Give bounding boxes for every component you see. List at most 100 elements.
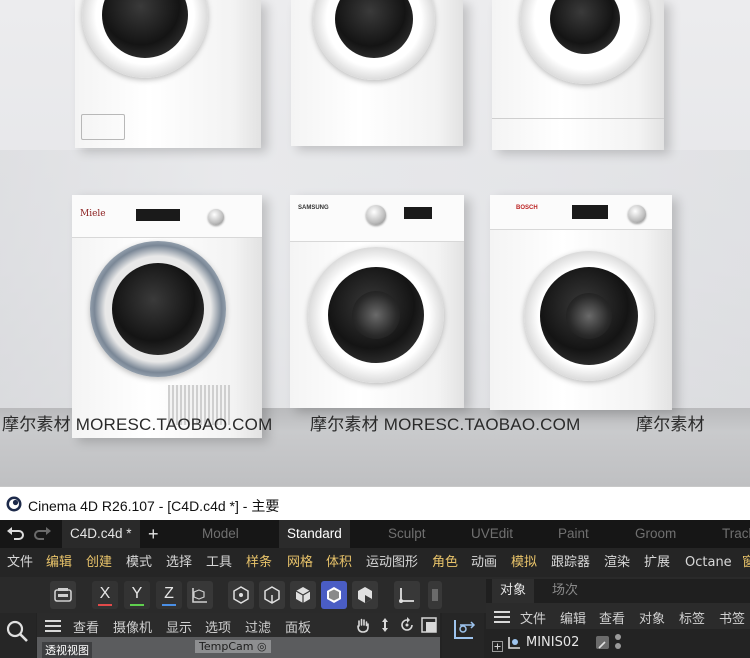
program-knob — [366, 205, 386, 225]
washer-drum — [352, 291, 400, 339]
object-manager-menu: 文件 编辑 查看 对象 标签 书签 — [486, 603, 750, 629]
om-menu-object[interactable]: 对象 — [639, 608, 665, 627]
menu-animate[interactable]: 动画 — [471, 548, 497, 577]
viewport-area[interactable]: 透视视图 TempCam ◎ — [37, 637, 440, 658]
washer-door — [308, 247, 444, 383]
washer-miele: Miele — [72, 195, 262, 438]
menu-mesh[interactable]: 网格 — [287, 548, 313, 577]
washer-glass — [328, 267, 424, 363]
render-preview: Miele SAMSUNG BOSCH 摩尔素材 MORESC.TAOBAO.C… — [0, 0, 750, 486]
viewport-menu-camera[interactable]: 摄像机 — [113, 617, 152, 636]
tab-sculpt[interactable]: Sculpt — [388, 520, 426, 548]
viewport-menu-panel[interactable]: 面板 — [285, 617, 311, 636]
object-row[interactable]: MINIS02 — [486, 631, 750, 655]
display — [136, 209, 180, 221]
viewport-menu-options[interactable]: 选项 — [205, 617, 231, 636]
washer-door — [82, 0, 208, 78]
display — [572, 205, 608, 219]
menu-mode[interactable]: 模式 — [126, 548, 152, 577]
tab-groom[interactable]: Groom — [635, 520, 676, 548]
menu-select[interactable]: 选择 — [166, 548, 192, 577]
panel-line — [492, 118, 664, 119]
toggle-view-icon[interactable] — [421, 617, 437, 637]
viewport-menu-filter[interactable]: 过滤 — [245, 617, 271, 636]
zoom-search-icon[interactable] — [5, 619, 29, 647]
menu-character[interactable]: 角色 — [432, 548, 458, 577]
menu-extensions[interactable]: 扩展 — [644, 548, 670, 577]
tab-track[interactable]: Track — [722, 520, 750, 548]
program-knob — [628, 205, 646, 223]
add-tab-button[interactable]: + — [148, 520, 159, 548]
object-manager-tabs: 对象 场次 — [486, 579, 750, 603]
main-menu-bar: 文件 编辑 创建 模式 选择 工具 样条 网格 体积 运动图形 角色 动画 模拟… — [0, 548, 750, 577]
tab-objects[interactable]: 对象 — [492, 579, 534, 603]
om-menu-file[interactable]: 文件 — [520, 608, 546, 627]
z-label: Z — [164, 585, 174, 602]
viewport-menu-view[interactable]: 查看 — [73, 617, 99, 636]
tab-paint[interactable]: Paint — [558, 520, 589, 548]
menu-window[interactable]: 窗 — [742, 548, 750, 577]
middle-tool-palette — [442, 613, 484, 658]
tab-takes[interactable]: 场次 — [552, 579, 578, 603]
x-axis-lock-button[interactable]: X — [92, 581, 118, 609]
watermark: 摩尔素材 MORESC.TAOBAO.COM — [2, 415, 273, 434]
window-titlebar[interactable]: Cinema 4D R26.107 - [C4D.c4d *] - 主要 — [0, 486, 750, 521]
menu-octane[interactable]: Octane — [685, 548, 732, 577]
expand-icon[interactable] — [492, 637, 503, 656]
menu-edit[interactable]: 编辑 — [46, 548, 72, 577]
snap-icon[interactable] — [394, 581, 420, 609]
hamburger-menu-icon[interactable] — [494, 609, 510, 628]
polygons-mode-icon[interactable] — [290, 581, 316, 609]
editor-visibility-dot[interactable] — [615, 634, 621, 640]
viewport-label: 透视视图 — [42, 642, 92, 658]
tab-uvedit[interactable]: UVEdit — [471, 520, 513, 548]
menu-create[interactable]: 创建 — [86, 548, 112, 577]
brand-label: BOSCH — [516, 205, 538, 211]
menu-tracker[interactable]: 跟踪器 — [551, 548, 590, 577]
menu-simulate[interactable]: 模拟 — [511, 548, 537, 577]
menu-file[interactable]: 文件 — [7, 548, 33, 577]
camera-label: TempCam ◎ — [195, 640, 271, 653]
menu-spline[interactable]: 样条 — [246, 548, 272, 577]
model-mode-icon[interactable] — [321, 581, 347, 609]
render-settings-icon[interactable] — [50, 581, 76, 609]
tab-standard[interactable]: Standard — [279, 520, 350, 550]
tab-model[interactable]: Model — [202, 520, 239, 548]
menu-mograph[interactable]: 运动图形 — [366, 548, 418, 577]
pan-hand-icon[interactable] — [355, 617, 371, 637]
program-knob — [208, 209, 224, 225]
menu-volume[interactable]: 体积 — [326, 548, 352, 577]
coordinate-system-icon[interactable] — [187, 581, 213, 609]
rotate-tool-icon[interactable] — [451, 616, 477, 646]
object-manager: 对象 场次 文件 编辑 查看 对象 标签 书签 MINIS02 — [486, 579, 750, 658]
move-camera-icon[interactable] — [377, 617, 393, 637]
om-menu-view[interactable]: 查看 — [599, 608, 625, 627]
window-title: Cinema 4D R26.107 - [C4D.c4d *] - 主要 — [28, 498, 280, 514]
viewport-menu-display[interactable]: 显示 — [166, 617, 192, 636]
rotate-camera-icon[interactable] — [399, 617, 415, 637]
om-menu-bookmarks[interactable]: 书签 — [719, 608, 745, 627]
render-visibility-dot[interactable] — [615, 643, 621, 649]
menu-render[interactable]: 渲染 — [604, 548, 630, 577]
z-axis-lock-button[interactable]: Z — [156, 581, 182, 609]
edit-visibility-icon[interactable] — [596, 636, 609, 649]
tab-document[interactable]: C4D.c4d * — [62, 520, 140, 548]
y-axis-lock-button[interactable]: Y — [124, 581, 150, 609]
y-label: Y — [131, 585, 143, 602]
more-tools-icon[interactable] — [428, 581, 442, 609]
undo-icon[interactable] — [6, 526, 26, 542]
menu-tools[interactable]: 工具 — [206, 548, 232, 577]
texture-mode-icon[interactable] — [352, 581, 378, 609]
om-menu-edit[interactable]: 编辑 — [560, 608, 586, 627]
washer-glass — [540, 267, 638, 365]
control-panel: BOSCH — [490, 195, 672, 230]
hamburger-menu-icon[interactable] — [45, 618, 61, 637]
object-name[interactable]: MINIS02 — [526, 635, 579, 650]
edges-mode-icon[interactable] — [259, 581, 285, 609]
redo-icon[interactable] — [32, 526, 52, 542]
points-mode-icon[interactable] — [228, 581, 254, 609]
washer-glass — [335, 0, 413, 58]
filter-hatch — [81, 114, 125, 140]
camera-name: TempCam — [199, 640, 254, 653]
om-menu-tags[interactable]: 标签 — [679, 608, 705, 627]
